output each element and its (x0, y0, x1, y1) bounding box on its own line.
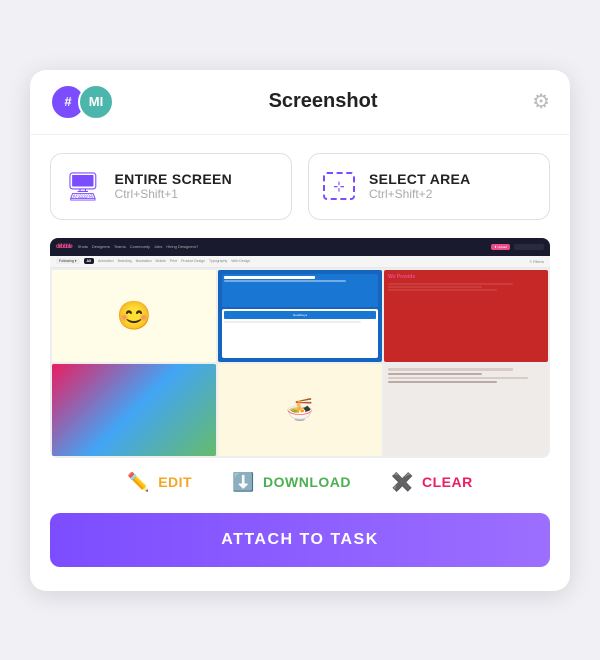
grid-cell-2: GoodGuys (218, 270, 382, 362)
edit-button[interactable]: ✏️ EDIT (127, 472, 192, 493)
nav-hiring: Hiring Designers? (166, 244, 198, 249)
avatar-mi: MI (78, 84, 114, 120)
nav-community: Community (130, 244, 150, 249)
edit-icon: ✏️ (127, 472, 150, 493)
select-area-label: SELECT AREA (369, 171, 471, 187)
download-button[interactable]: ⬇️ DOWNLOAD (232, 472, 351, 493)
grid-cell-5: 🍜 (218, 364, 382, 456)
page-title: Screenshot (269, 90, 378, 113)
browser-topbar-right: ⬆ Upload (491, 244, 544, 250)
grid-cell-6 (384, 364, 548, 456)
entire-screen-label: ENTIRE SCREEN (115, 171, 232, 187)
filter-illustration: Illustration (136, 259, 152, 263)
actions-row: ✏️ EDIT ⬇️ DOWNLOAD ✖️ CLEAR (30, 458, 570, 497)
filter-bar: Following ▾ All Animation Branding Illus… (50, 256, 550, 268)
capture-options: 🖥 ENTIRE SCREEN Ctrl+Shift+1 ⊹ SELECT AR… (30, 135, 570, 238)
attach-to-task-button[interactable]: ATTACH TO TASK (50, 513, 550, 567)
search-bar (514, 244, 544, 250)
filter-mobile: Mobile (156, 259, 166, 263)
filter-product: Product Design (181, 259, 205, 263)
filter-branding: Branding (118, 259, 132, 263)
filter-options: ≡ Filters (530, 259, 544, 264)
cell-2-content: GoodGuys (218, 270, 382, 362)
nav-jobs: Jobs (154, 244, 162, 249)
header: # MI Screenshot ⚙ (30, 70, 570, 135)
clear-icon: ✖️ (391, 472, 414, 493)
upload-btn: ⬆ Upload (491, 244, 510, 250)
filter-animation: Animation (98, 259, 114, 263)
smiley-emoji: 😊 (117, 298, 152, 331)
browser-nav-links: Shots Designers Teams Community Jobs Hir… (78, 244, 199, 249)
nav-shots: Shots (78, 244, 88, 249)
monitor-icon: 🖥 (65, 170, 101, 203)
filter-following: Following ▾ (56, 258, 80, 264)
dribbble-logo: dribbble (56, 244, 72, 250)
nav-designers: Designers (92, 244, 110, 249)
browser-topbar: dribbble Shots Designers Teams Community… (50, 238, 550, 256)
download-icon: ⬇️ (232, 472, 255, 493)
filter-print: Print (170, 259, 177, 263)
edit-label: EDIT (158, 474, 192, 490)
shots-grid: 😊 GoodGuys (50, 268, 550, 458)
main-card: # MI Screenshot ⚙ 🖥 ENTIRE SCREEN Ctrl+S… (30, 70, 570, 591)
avatar-h-symbol: # (64, 94, 71, 109)
grid-cell-1: 😊 (52, 270, 216, 362)
select-area-text: SELECT AREA Ctrl+Shift+2 (369, 171, 471, 201)
settings-icon[interactable]: ⚙ (532, 89, 550, 114)
select-area-button[interactable]: ⊹ SELECT AREA Ctrl+Shift+2 (308, 153, 550, 220)
avatar-group: # MI (50, 84, 114, 120)
download-label: DOWNLOAD (263, 474, 351, 490)
clear-label: CLEAR (422, 474, 473, 490)
nav-teams: Teams (114, 244, 126, 249)
entire-screen-shortcut: Ctrl+Shift+1 (115, 187, 232, 201)
filter-typography: Typography (209, 259, 227, 263)
browser-mock: dribbble Shots Designers Teams Community… (50, 238, 550, 458)
grid-cell-4 (52, 364, 216, 456)
filter-web: Web Design (231, 259, 250, 263)
grid-cell-3: We Provide (384, 270, 548, 362)
clear-button[interactable]: ✖️ CLEAR (391, 472, 473, 493)
screenshot-preview: dribbble Shots Designers Teams Community… (50, 238, 550, 458)
select-area-shortcut: Ctrl+Shift+2 (369, 187, 471, 201)
cell-3-content: We Provide (384, 270, 548, 362)
entire-screen-text: ENTIRE SCREEN Ctrl+Shift+1 (115, 171, 232, 201)
filter-all: All (84, 258, 94, 264)
select-area-icon: ⊹ (323, 172, 355, 200)
avatar-mi-label: MI (89, 94, 103, 109)
entire-screen-button[interactable]: 🖥 ENTIRE SCREEN Ctrl+Shift+1 (50, 153, 292, 220)
